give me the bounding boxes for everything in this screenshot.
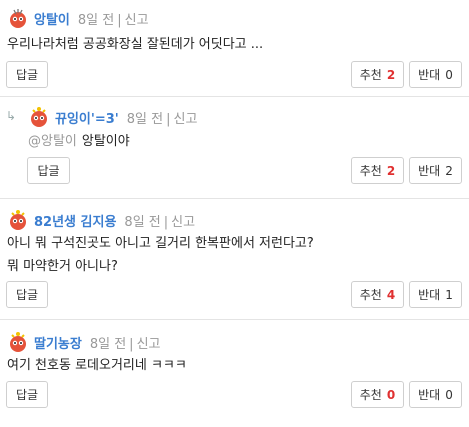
downvote-label: 반대 [418, 288, 441, 302]
avatar-icon [10, 332, 26, 352]
downvote-label: 반대 [418, 68, 441, 82]
comment-header: 딸기농장 8일 전 | 신고 [7, 331, 160, 353]
comment-body: 여기 천호동 로데오거리네 ㅋㅋㅋ [7, 354, 187, 377]
comment-line: 여기 천호동 로데오거리네 ㅋㅋㅋ [7, 358, 187, 373]
report-link[interactable]: 신고 [137, 337, 161, 352]
upvote-label: 추천 [359, 68, 382, 82]
comment-meta: 8일 전 | 신고 [124, 214, 196, 230]
comment-time: 8일 전 [126, 111, 164, 127]
comment-author[interactable]: 82년생 김지용 [34, 211, 116, 230]
upvote-count: 2 [386, 67, 396, 82]
downvote-button[interactable]: 반대 0 [409, 381, 462, 408]
comment-time: 8일 전 [89, 336, 127, 352]
upvote-label: 추천 [359, 288, 382, 302]
reply-button[interactable]: 답글 [6, 281, 48, 308]
report-link[interactable]: 신고 [125, 13, 149, 28]
comment-line: 우리나라처럼 공공화장실 잘된데가 어딧다고 ... [7, 37, 264, 52]
comment-meta: 8일 전 | 신고 [126, 111, 198, 127]
downvote-count: 1 [445, 287, 453, 302]
comment-time: 8일 전 [77, 12, 115, 28]
comment-body: 우리나라처럼 공공화장실 잘된데가 어딧다고 ... [7, 33, 263, 56]
upvote-button[interactable]: 추천 2 [351, 61, 404, 88]
reply-button[interactable]: 답글 [6, 61, 48, 88]
comment-header: 82년생 김지용 8일 전 | 신고 [7, 209, 195, 231]
downvote-count: 2 [445, 163, 453, 178]
comment-time: 8일 전 [124, 214, 161, 230]
comment-author[interactable]: 딸기농장 [34, 333, 82, 352]
downvote-label: 반대 [418, 388, 441, 402]
comment-body: 아니 뭐 구석진곳도 아니고 길거리 한복판에서 저런다고? 뭐 마약한거 아니… [7, 232, 314, 278]
downvote-label: 반대 [418, 164, 441, 178]
upvote-count: 0 [386, 387, 396, 402]
upvote-label: 추천 [359, 388, 382, 402]
downvote-button[interactable]: 반대 1 [409, 281, 462, 308]
comment-meta: 8일 전 | 신고 [77, 12, 149, 28]
report-link[interactable]: 신고 [174, 112, 198, 127]
upvote-button[interactable]: 추천 2 [351, 157, 404, 184]
upvote-count: 4 [386, 287, 396, 302]
comment-line: 아니 뭐 구석진곳도 아니고 길거리 한복판에서 저런다고? [7, 236, 314, 251]
avatar-icon [10, 9, 26, 28]
upvote-button[interactable]: 추천 4 [351, 281, 404, 308]
reply-comment: ↳ 뀨잉이'=3' 8일 전 | 신고 @앙탈이 앙탈이야 답글 추천 2 반대 2 [0, 97, 469, 199]
downvote-button[interactable]: 반대 0 [409, 61, 462, 88]
reply-button[interactable]: 답글 [27, 157, 70, 184]
reply-button[interactable]: 답글 [6, 381, 48, 408]
comment-body: @앙탈이 앙탈이야 [28, 130, 130, 153]
avatar-icon [10, 210, 26, 230]
report-link[interactable]: 신고 [171, 215, 195, 230]
comment-line: 뭐 마약한거 아니나? [7, 259, 118, 274]
downvote-count: 0 [445, 387, 453, 402]
comment-header: 앙탈이 8일 전 | 신고 [7, 7, 149, 29]
avatar-icon [31, 107, 47, 127]
comment: 82년생 김지용 8일 전 | 신고 아니 뭐 구석진곳도 아니고 길거리 한복판에… [0, 199, 469, 320]
comment: 앙탈이 8일 전 | 신고 우리나라처럼 공공화장실 잘된데가 어딧다고 ... 답… [0, 0, 469, 97]
upvote-button[interactable]: 추천 0 [351, 381, 404, 408]
upvote-count: 2 [386, 163, 396, 178]
upvote-label: 추천 [359, 164, 382, 178]
comment-meta: 8일 전 | 신고 [89, 336, 161, 352]
comment-line: 앙탈이야 [81, 134, 130, 149]
comment: 딸기농장 8일 전 | 신고 여기 천호동 로데오거리네 ㅋㅋㅋ 답글 추천 0 반대… [0, 320, 469, 427]
comment-author[interactable]: 앙탈이 [34, 9, 70, 28]
reply-arrow-icon: ↳ [6, 109, 17, 123]
downvote-button[interactable]: 반대 2 [409, 157, 462, 184]
downvote-count: 0 [445, 67, 453, 82]
mention[interactable]: @앙탈이 [28, 134, 77, 149]
comment-author[interactable]: 뀨잉이'=3' [55, 108, 119, 127]
comment-header: ↳ 뀨잉이'=3' 8일 전 | 신고 [6, 106, 198, 128]
